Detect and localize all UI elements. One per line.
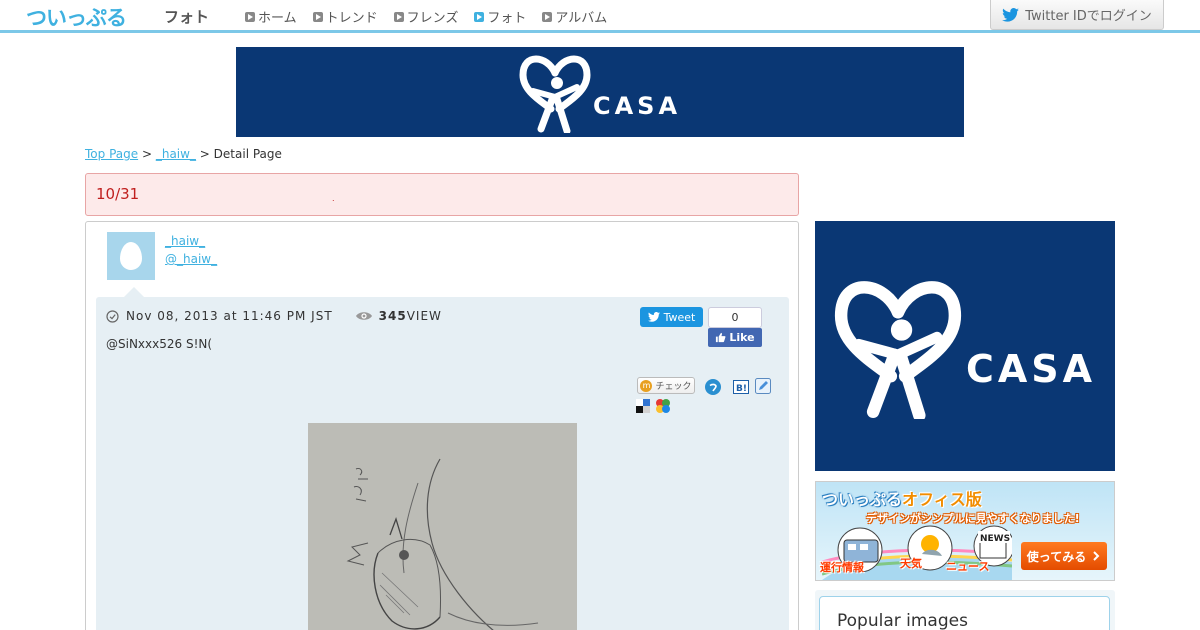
chevron-right-icon <box>1093 551 1100 561</box>
casa-side-ad[interactable]: CASA <box>815 221 1115 471</box>
nav-item-album[interactable]: アルバム <box>542 7 607 26</box>
google-bookmark-icon[interactable] <box>655 398 671 414</box>
popular-images-section: Popular images <box>815 590 1115 630</box>
nav-item-trend[interactable]: トレンド <box>312 7 378 26</box>
office-title-prefix: ついっぷる <box>822 490 903 509</box>
like-label: Like <box>729 331 755 344</box>
news-tag-text: NEWS <box>980 534 1010 544</box>
eye-icon <box>355 312 372 320</box>
check-label: チェック <box>655 382 692 392</box>
tweet-text: @SiNxxx526 S!N( <box>106 337 213 351</box>
twipple-share-icon[interactable] <box>705 379 721 395</box>
post-title: 10/31 <box>96 185 140 203</box>
svg-text:B!: B! <box>736 384 747 394</box>
pencil-edit-icon[interactable] <box>755 378 771 394</box>
play-bullet-icon <box>474 11 485 22</box>
popular-images-header: Popular images <box>819 596 1110 630</box>
casa-logo: CASA <box>834 273 1096 419</box>
heart-figure-icon <box>519 55 591 133</box>
office-ad-title: ついっぷるオフィス版 <box>822 486 982 510</box>
nav-item-friends[interactable]: フレンズ <box>393 7 459 26</box>
twitter-login-button[interactable]: Twitter IDでログイン <box>990 0 1164 30</box>
breadcrumb: Top Page > _haiw_ > Detail Page <box>85 147 282 161</box>
casa-logo: CASA <box>519 51 681 133</box>
office-label-weather: 天気 <box>900 557 922 570</box>
nav-label: ホーム <box>258 11 297 26</box>
nav-label: フォト <box>487 11 527 26</box>
user-handle-link[interactable]: @_haiw_ <box>165 252 217 266</box>
office-cta-label: 使ってみる <box>1026 549 1087 564</box>
facebook-like-count: 0 <box>708 307 762 328</box>
site-header: ついっぷる フォト ホーム トレンド フレンズ フォト アルバム Twitter… <box>0 0 1200 33</box>
mixi-icon: m <box>640 379 653 392</box>
nav-label: フレンズ <box>406 11 459 26</box>
thumbs-up-icon <box>716 332 726 343</box>
view-number: 345 <box>378 309 407 323</box>
casa-wordmark: CASA <box>965 347 1097 391</box>
play-bullet-icon <box>393 11 404 22</box>
main-nav: ホーム トレンド フレンズ フォト アルバム <box>245 7 623 26</box>
hatena-bookmark-icon[interactable]: B! <box>733 379 749 395</box>
pencil-sketch-drawing <box>308 423 577 630</box>
nav-item-photo[interactable]: フォト <box>474 7 526 26</box>
breadcrumb-user-link[interactable]: _haiw_ <box>156 147 196 161</box>
breadcrumb-current: Detail Page <box>213 147 282 161</box>
office-label-train: 運行情報 <box>820 561 864 574</box>
popular-images-title: Popular images <box>837 611 968 630</box>
twitter-bird-icon <box>1002 7 1020 22</box>
tweet-meta: Nov 08, 2013 at 11:46 PM JST 345 VIEW <box>106 309 442 323</box>
tweet-share-button[interactable]: Tweet <box>640 307 703 327</box>
mixi-check-button[interactable]: m チェック <box>637 377 695 394</box>
tweet-label: Tweet <box>663 310 696 324</box>
play-bullet-icon <box>542 11 553 22</box>
site-logo[interactable]: ついっぷる <box>26 2 127 32</box>
heart-figure-icon <box>834 281 962 419</box>
tweet-timestamp: Nov 08, 2013 at 11:46 PM JST <box>126 309 333 323</box>
tweet-photo[interactable] <box>308 423 577 630</box>
play-bullet-icon <box>245 11 255 22</box>
facebook-like-button[interactable]: Like <box>708 328 762 347</box>
user-name-link[interactable]: _haiw_ <box>165 234 205 248</box>
nav-label: トレンド <box>325 11 378 26</box>
avatar[interactable] <box>107 232 155 280</box>
nav-item-home[interactable]: ホーム <box>245 7 297 26</box>
office-label-news: ニュース <box>946 560 990 573</box>
tweeple-office-ad[interactable]: ついっぷるオフィス版 デザインがシンプルに見やすくなりました! NEWS 運行情… <box>815 481 1115 581</box>
breadcrumb-separator: > <box>141 147 153 161</box>
breadcrumb-separator: > <box>199 147 210 161</box>
nav-label: アルバム <box>555 11 608 26</box>
twitter-bird-icon <box>647 312 660 322</box>
title-dot: . <box>332 194 335 203</box>
news-tag-icon: NEWS <box>978 531 1010 544</box>
office-ad-try-button[interactable]: 使ってみる <box>1021 542 1107 570</box>
office-title-suffix: オフィス版 <box>902 490 982 509</box>
breadcrumb-top-link[interactable]: Top Page <box>85 147 138 161</box>
casa-wordmark: CASA <box>592 92 682 120</box>
view-label: VIEW <box>406 309 442 323</box>
view-count: 345 VIEW <box>355 309 442 323</box>
section-title: フォト <box>164 8 210 26</box>
post-container: _haiw_ @_haiw_ Nov 08, 2013 at 11:46 PM … <box>85 221 799 630</box>
casa-banner-ad[interactable]: CASA <box>236 47 964 137</box>
egg-avatar-icon <box>120 242 142 270</box>
clock-check-icon <box>106 309 119 323</box>
delicious-icon[interactable] <box>636 399 650 413</box>
play-bullet-icon <box>312 11 323 22</box>
tweet-card: Nov 08, 2013 at 11:46 PM JST 345 VIEW @S… <box>96 287 789 630</box>
post-title-bar: 10/31 . <box>85 173 799 216</box>
login-label: Twitter IDでログイン <box>1025 9 1152 24</box>
